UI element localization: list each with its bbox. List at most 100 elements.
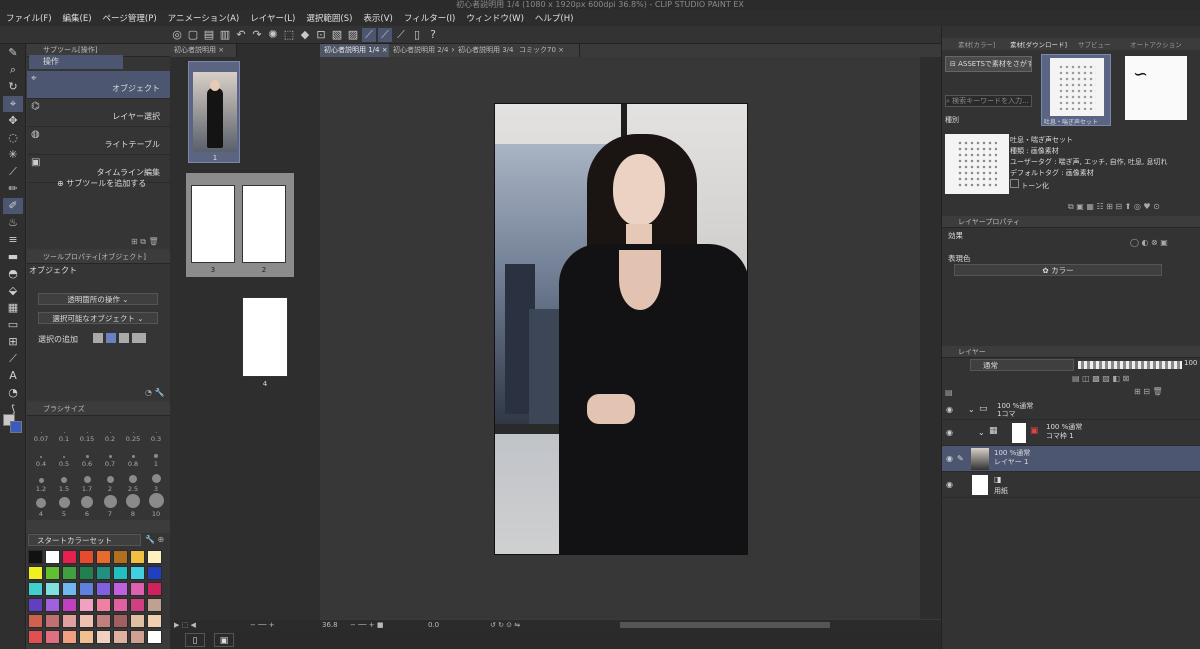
tab-doc-page1[interactable]: 初心者説明用 1/4 × xyxy=(320,44,393,57)
layer-row-paper[interactable]: ◉ ◨ 用紙 xyxy=(942,472,1200,498)
color-swatch[interactable] xyxy=(96,582,111,596)
brush-size-cell[interactable]: 1.2 xyxy=(30,469,52,493)
magic-wand-icon[interactable]: ✳ xyxy=(3,147,23,163)
zoom-slider-icons[interactable]: − ── + ■ xyxy=(350,621,383,629)
new-file-icon[interactable]: ▢ xyxy=(186,28,200,42)
color-swatch[interactable] xyxy=(113,582,128,596)
color-swatch[interactable] xyxy=(79,598,94,612)
menu-selection[interactable]: 選択範囲(S) xyxy=(306,12,352,24)
color-swatch[interactable] xyxy=(79,614,94,628)
zoom-tool-icon[interactable]: ⌕ xyxy=(3,62,23,78)
color-swatch[interactable] xyxy=(113,598,128,612)
page-nav-icons[interactable]: ▶ ⬚ ◀ xyxy=(174,621,196,629)
page-spread-2-3[interactable]: 3 2 xyxy=(186,173,294,277)
tab-doc-page3[interactable]: 初心者説明用 3/4 × xyxy=(454,44,519,57)
tone-checkbox[interactable]: トーン化 xyxy=(1010,179,1167,192)
color-swatch[interactable] xyxy=(147,630,162,644)
color-swatch[interactable] xyxy=(62,598,77,612)
subtool-object[interactable]: ⌖ オブジェクト xyxy=(27,71,170,99)
effect-icons[interactable]: ◯ ◐ ⊗ ▣ xyxy=(1130,238,1168,247)
tab-doc-comic[interactable]: コミック70 × xyxy=(515,44,580,57)
brush-size-cell[interactable]: 1.7 xyxy=(76,469,98,493)
close-icon[interactable]: × xyxy=(218,46,224,54)
brush-size-cell[interactable]: 0.1 xyxy=(53,419,75,443)
toolprop-settings-icon[interactable]: ◔ 🔧 xyxy=(145,388,164,397)
figure-icon[interactable]: ▭ xyxy=(3,317,23,333)
color-swatch[interactable] xyxy=(28,566,43,580)
eyedropper-icon[interactable]: ⟋ xyxy=(3,164,23,180)
crop-icon[interactable]: ▧ xyxy=(330,28,344,42)
subtool-group-tab[interactable]: 操作 xyxy=(29,55,123,69)
brush-size-cell[interactable]: 0.4 xyxy=(30,444,52,468)
move-tool-icon[interactable]: ✥ xyxy=(3,113,23,129)
redo-icon[interactable]: ↷ xyxy=(250,28,264,42)
brush-size-cell[interactable]: 0.8 xyxy=(122,444,144,468)
fill-icon[interactable]: ◆ xyxy=(298,28,312,42)
snap-ruler-icon[interactable]: ▨ xyxy=(346,28,360,42)
layer-toolbar-icons-1[interactable]: ▤ ◫ ▩ ▨ ◧ ⊠ xyxy=(1072,374,1129,383)
eye-icon[interactable]: ◉ xyxy=(946,480,953,489)
menu-file[interactable]: ファイル(F) xyxy=(6,12,52,24)
clear-icon[interactable]: ✺ xyxy=(266,28,280,42)
material-thumb-2[interactable]: ∽ xyxy=(1125,56,1187,120)
assets-search-button[interactable]: ⊟ ASSETSで素材をさがす xyxy=(945,56,1032,72)
color-swatch[interactable] xyxy=(130,630,145,644)
brush-tool-icon[interactable]: ✐ xyxy=(3,198,23,214)
tab-material-color[interactable]: 素材[カラー] xyxy=(958,39,996,49)
layer-list-toggle-icon[interactable]: ▤ xyxy=(945,388,953,397)
brush-size-cell[interactable]: 3 xyxy=(145,469,167,493)
rotate-tool-icon[interactable]: ↻ xyxy=(3,79,23,95)
colorset-dropdown[interactable]: スタートカラーセット xyxy=(28,534,141,546)
tab-auto-action[interactable]: オートアクション xyxy=(1130,39,1182,49)
tab-subview[interactable]: サブビュー xyxy=(1078,39,1111,49)
lasso-tool-icon[interactable]: ◌ xyxy=(3,130,23,146)
color-swatch[interactable] xyxy=(28,614,43,628)
color-swatch[interactable] xyxy=(45,550,60,564)
color-swatch[interactable] xyxy=(79,566,94,580)
canvas-vertical-scrollbar[interactable] xyxy=(920,57,941,619)
brush-size-cell[interactable]: 0.2 xyxy=(99,419,121,443)
blend-tool-icon[interactable]: ◓ xyxy=(3,266,23,282)
brush-size-cell[interactable]: 0.3 xyxy=(145,419,167,443)
color-swatch[interactable] xyxy=(79,582,94,596)
brush-size-cell[interactable]: 6 xyxy=(76,494,98,518)
eye-icon[interactable]: ◉ xyxy=(946,405,953,414)
colorset-tools-icon[interactable]: 🔧 ⊕ xyxy=(145,535,164,544)
text-tool-icon[interactable]: A xyxy=(3,368,23,384)
color-swatch[interactable] xyxy=(96,630,111,644)
color-swatch[interactable] xyxy=(96,598,111,612)
color-swatch[interactable] xyxy=(62,566,77,580)
eye-icon[interactable]: ◉ xyxy=(946,454,953,463)
view-controls-icons[interactable]: ↺ ↻ ⊙ ⇋ xyxy=(490,621,520,629)
color-swatch[interactable] xyxy=(28,598,43,612)
color-swatch[interactable] xyxy=(130,550,145,564)
close-icon[interactable]: × xyxy=(558,46,564,54)
brush-size-cell[interactable]: 0.15 xyxy=(76,419,98,443)
menu-animation[interactable]: アニメーション(A) xyxy=(168,12,240,24)
color-swatch[interactable] xyxy=(96,566,111,580)
select-add-icon[interactable] xyxy=(106,333,116,343)
color-swatch[interactable] xyxy=(28,550,43,564)
color-swatch[interactable] xyxy=(147,582,162,596)
brush-size-cell[interactable]: 0.6 xyxy=(76,444,98,468)
snap-special-ruler-icon[interactable]: ⟋ xyxy=(362,27,376,42)
color-swatch[interactable] xyxy=(147,598,162,612)
eye-icon[interactable]: ◉ xyxy=(946,428,953,437)
menu-page[interactable]: ページ管理(P) xyxy=(103,12,157,24)
color-swatch[interactable] xyxy=(130,566,145,580)
color-swatch[interactable] xyxy=(147,566,162,580)
spread-view-icon[interactable]: ▣ xyxy=(214,633,234,647)
zoom-readout[interactable]: 36.8 xyxy=(322,621,338,629)
select-mode-icon[interactable] xyxy=(132,333,146,343)
colorset-tabs[interactable] xyxy=(27,521,170,533)
pencil-tool-icon[interactable]: ✏ xyxy=(3,181,23,197)
menu-view[interactable]: 表示(V) xyxy=(363,12,392,24)
sub-color-swatch[interactable] xyxy=(10,421,22,433)
color-swatch[interactable] xyxy=(28,582,43,596)
menu-layer[interactable]: レイヤー(L) xyxy=(250,12,295,24)
open-file-icon[interactable]: ▤ xyxy=(202,28,216,42)
chevron-down-icon[interactable]: ⌄ xyxy=(968,405,975,414)
color-swatch[interactable] xyxy=(147,614,162,628)
menu-help[interactable]: ヘルプ(H) xyxy=(535,12,574,24)
document-icon[interactable]: ▯ xyxy=(410,28,424,42)
